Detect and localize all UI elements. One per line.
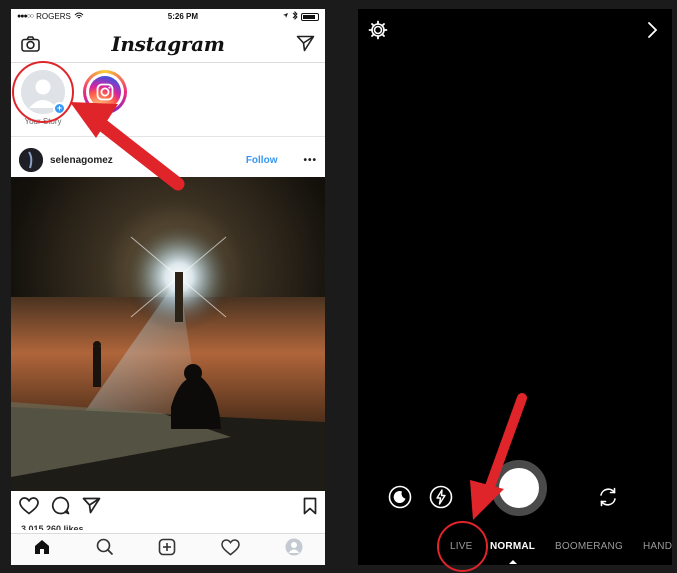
night-mode-icon[interactable] [388, 485, 412, 509]
signal-icon: ●●●○○ [17, 13, 34, 20]
flash-icon[interactable] [429, 485, 453, 509]
heart-icon[interactable] [19, 496, 39, 520]
your-story-highlight-circle [12, 61, 74, 123]
chevron-right-icon[interactable] [644, 21, 660, 39]
status-time: 5:26 PM [167, 12, 199, 21]
mode-hands-free[interactable]: HAND [643, 541, 672, 552]
screenshot-canvas: ●●●○○ ROGERS 5:26 PM Instagram + Your St… [0, 0, 677, 573]
flip-camera-icon[interactable] [596, 485, 620, 509]
add-icon[interactable] [158, 538, 176, 561]
mode-boomerang[interactable]: BOOMERANG [555, 541, 623, 552]
activity-icon[interactable] [221, 538, 240, 561]
comment-icon[interactable] [51, 496, 70, 520]
search-icon[interactable] [96, 538, 114, 561]
instagram-camera-screen: LIVE NORMAL BOOMERANG HAND [358, 9, 672, 565]
camera-mode-selector: LIVE NORMAL BOOMERANG HAND [358, 539, 672, 557]
top-navigation: Instagram [11, 25, 325, 63]
home-icon[interactable] [33, 538, 51, 561]
app-logo: Instagram [111, 31, 225, 56]
post-header: selenagomez Follow ••• [11, 143, 325, 177]
likes-count[interactable]: 3,015,260 likes [21, 524, 84, 530]
location-icon [282, 12, 289, 21]
follow-button[interactable]: Follow [246, 155, 278, 166]
instagram-logo-icon [89, 76, 121, 108]
battery-icon [300, 12, 319, 21]
instagram-story-avatar [83, 70, 127, 114]
mode-normal[interactable]: NORMAL [490, 541, 535, 552]
direct-icon[interactable] [295, 33, 317, 55]
post-photo[interactable] [11, 177, 325, 491]
post-author-avatar[interactable] [19, 148, 43, 172]
more-options-button[interactable]: ••• [303, 155, 317, 166]
bookmark-icon[interactable] [303, 497, 317, 520]
bottom-tab-bar [11, 533, 325, 565]
wifi-icon [74, 12, 84, 22]
story-instagram[interactable] [81, 70, 129, 117]
camera-icon[interactable] [19, 33, 41, 55]
settings-icon[interactable] [368, 20, 388, 40]
status-bar: ●●●○○ ROGERS 5:26 PM [11, 9, 325, 24]
post-actions [11, 495, 325, 521]
post-username[interactable]: selenagomez [50, 155, 246, 166]
active-mode-indicator [509, 560, 517, 564]
carrier-label: ROGERS [36, 12, 71, 21]
concert-photo [11, 177, 325, 491]
share-icon[interactable] [82, 497, 101, 519]
shutter-button[interactable] [491, 460, 547, 516]
bluetooth-icon [292, 10, 298, 22]
live-mode-highlight-circle [437, 521, 488, 572]
profile-icon[interactable] [285, 538, 303, 561]
